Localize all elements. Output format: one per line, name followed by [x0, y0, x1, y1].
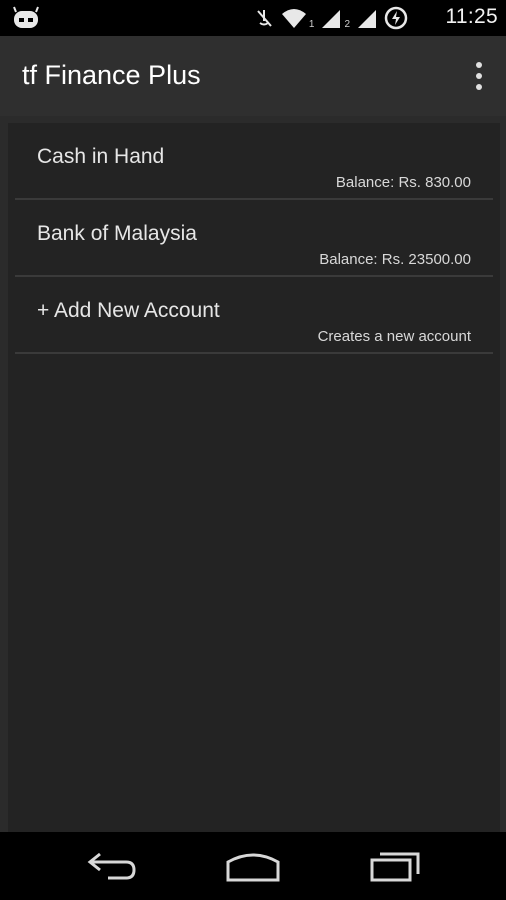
signal-icon: [358, 10, 376, 28]
account-name: Bank of Malaysia: [37, 222, 197, 245]
account-name: Cash in Hand: [37, 145, 165, 168]
signal-sub-label: 2: [344, 18, 350, 30]
account-balance: Balance: Rs. 830.00: [335, 174, 471, 191]
status-bar: 1 2 11:25: [0, 0, 506, 36]
clock: 11:25: [445, 5, 498, 28]
accounts-list: Cash in Hand Balance: Rs. 830.00 Bank of…: [15, 123, 493, 354]
overflow-dot: [476, 84, 482, 90]
account-item-cash-in-hand[interactable]: Cash in Hand Balance: Rs. 830.00: [15, 123, 493, 200]
app-title: tf Finance Plus: [22, 60, 201, 90]
add-new-account-item[interactable]: + Add New Account Creates a new account: [15, 277, 493, 354]
add-account-label: + Add New Account: [37, 299, 220, 322]
content-area: Cash in Hand Balance: Rs. 830.00 Bank of…: [0, 116, 506, 832]
recent-apps-icon[interactable]: [368, 848, 422, 884]
overflow-menu-icon[interactable]: [474, 62, 484, 90]
data-saver-icon: [384, 6, 408, 30]
overflow-dot: [476, 62, 482, 68]
overflow-dot: [476, 73, 482, 79]
cyanogen-robot-icon: [13, 6, 39, 28]
back-icon[interactable]: [86, 848, 140, 884]
accounts-card: Cash in Hand Balance: Rs. 830.00 Bank of…: [8, 123, 500, 832]
account-balance: Balance: Rs. 23500.00: [319, 251, 471, 268]
action-bar: tf Finance Plus: [0, 36, 506, 116]
navigation-bar: [0, 832, 506, 900]
home-icon[interactable]: [224, 848, 282, 884]
signal-icon: [322, 10, 341, 28]
wifi-icon: [281, 9, 306, 28]
mute-icon: [257, 10, 272, 27]
account-item-bank-of-malaysia[interactable]: Bank of Malaysia Balance: Rs. 23500.00: [15, 200, 493, 277]
wifi-sub-label: 1: [308, 18, 315, 30]
add-account-description: Creates a new account: [317, 328, 471, 345]
